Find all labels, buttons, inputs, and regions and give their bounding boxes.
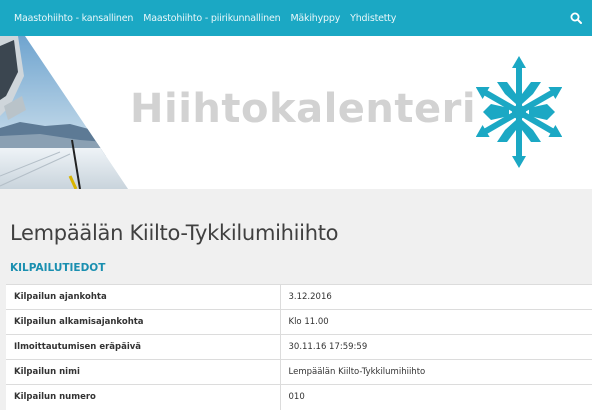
top-navigation: Maastohiihto - kansallinen Maastohiihto …	[0, 0, 592, 36]
nav-item-maastohiihto-piirikunnallinen[interactable]: Maastohiihto - piirikunnallinen	[143, 13, 280, 24]
detail-value: Klo 11.00	[280, 309, 592, 335]
search-icon[interactable]	[570, 12, 582, 24]
section-title-kilpailutiedot: KILPAILUTIEDOT	[10, 262, 106, 274]
nav-item-makihyppy[interactable]: Mäkihyppy	[290, 13, 340, 24]
detail-value: 30.11.16 17:59:59	[280, 334, 592, 360]
detail-label: Kilpailun numero	[6, 384, 281, 410]
detail-label: Kilpailun alkamisajankohta	[6, 309, 281, 335]
competition-details-table: Kilpailun ajankohta 3.12.2016 Kilpailun …	[6, 284, 592, 410]
table-row: Ilmoittautumisen eräpäivä 30.11.16 17:59…	[6, 334, 592, 360]
detail-label: Ilmoittautumisen eräpäivä	[6, 334, 281, 360]
detail-label: Kilpailun ajankohta	[6, 284, 281, 310]
table-row: Kilpailun nimi Lempäälän Kiilto-Tykkilum…	[6, 359, 592, 385]
nav-item-maastohiihto-kansallinen[interactable]: Maastohiihto - kansallinen	[14, 13, 133, 24]
page-title: Lempäälän Kiilto-Tykkilumihiihto	[10, 221, 339, 245]
table-row: Kilpailun numero 010	[6, 384, 592, 410]
detail-value: 010	[280, 384, 592, 410]
detail-value: 3.12.2016	[280, 284, 592, 310]
detail-value: Lempäälän Kiilto-Tykkilumihiihto	[280, 359, 592, 385]
table-row: Kilpailun ajankohta 3.12.2016	[6, 284, 592, 310]
hero-banner: Hiihtokalenteri	[0, 36, 592, 189]
table-row: Kilpailun alkamisajankohta Klo 11.00	[6, 309, 592, 335]
nav-item-yhdistetty[interactable]: Yhdistetty	[350, 13, 396, 24]
detail-label: Kilpailun nimi	[6, 359, 281, 385]
ski-track-photo	[0, 36, 128, 189]
site-logo-title: Hiihtokalenteri	[130, 86, 477, 132]
snowflake-logo-icon	[476, 56, 562, 168]
